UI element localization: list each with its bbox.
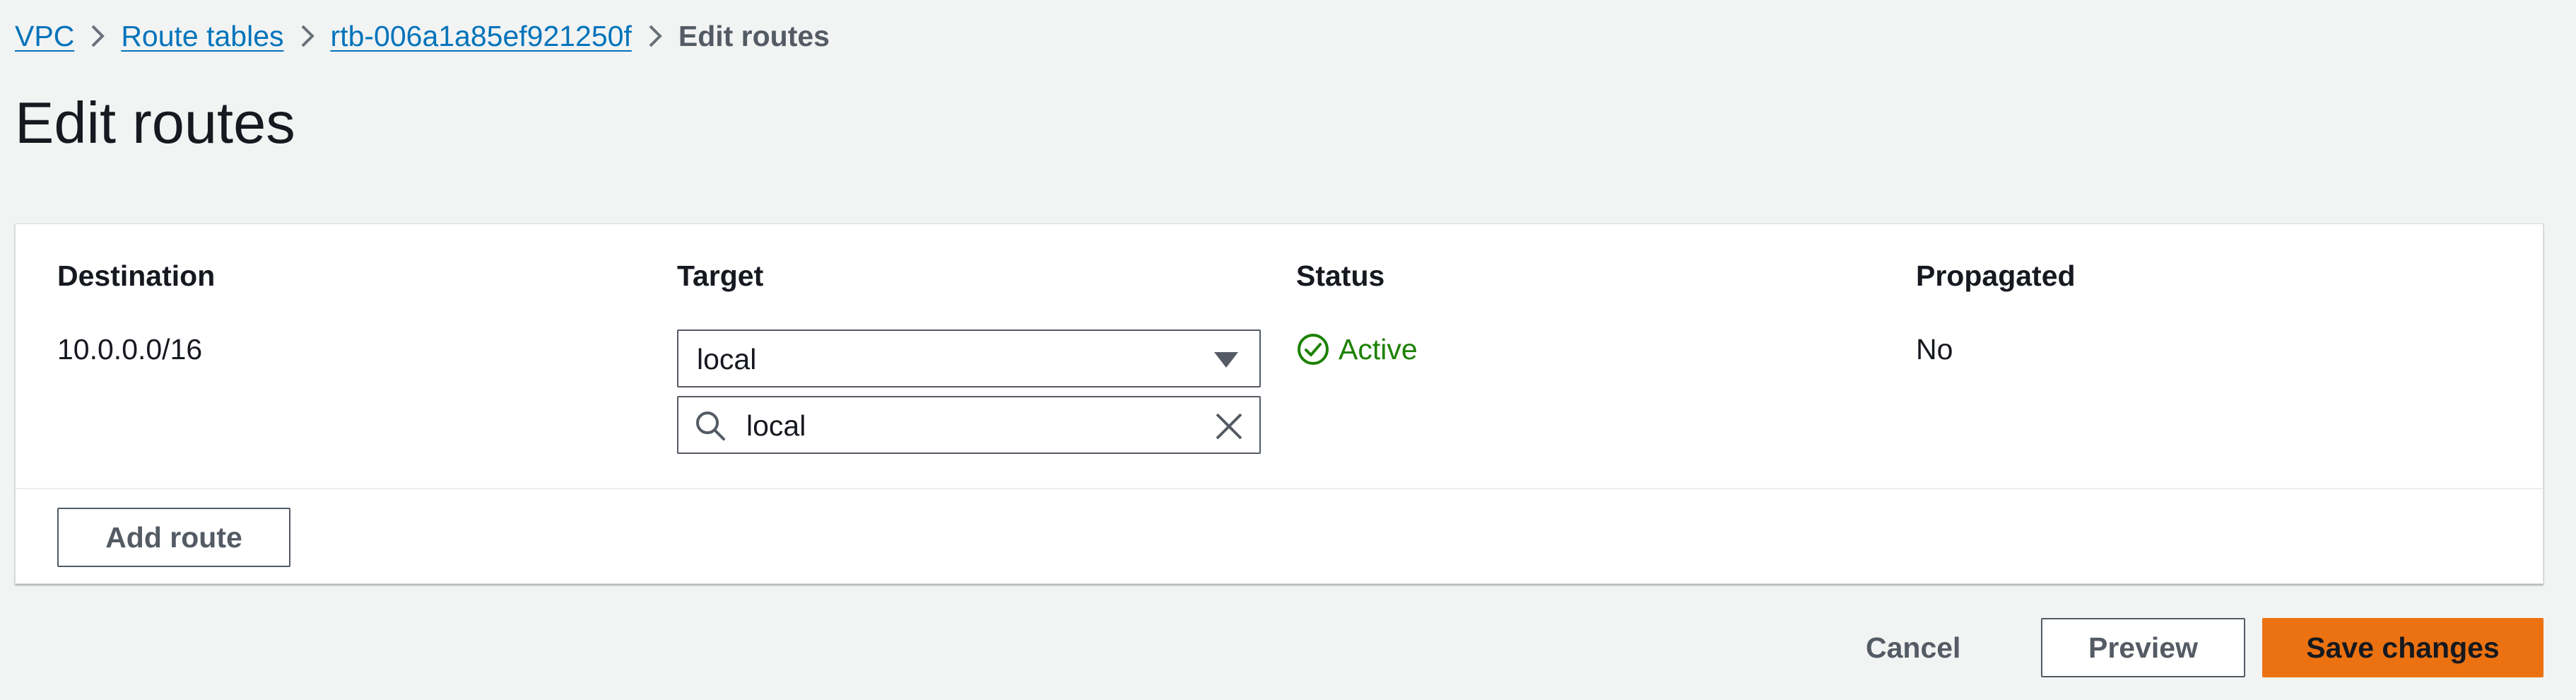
route-status: Active — [1296, 332, 1418, 367]
target-filter-value: local — [746, 409, 806, 442]
breadcrumb-current: Edit routes — [678, 19, 830, 52]
divider — [16, 488, 2543, 489]
page-title: Edit routes — [15, 90, 295, 156]
target-select-value: local — [697, 343, 757, 375]
column-header-target: Target — [677, 259, 764, 292]
breadcrumb: VPC Route tables rtb-006a1a85ef921250f E… — [15, 20, 830, 52]
chevron-right-icon — [284, 20, 331, 52]
breadcrumb-link-vpc[interactable]: VPC — [15, 20, 74, 53]
target-filter-input[interactable]: local — [677, 396, 1261, 454]
breadcrumb-link-route-tables[interactable]: Route tables — [121, 20, 283, 53]
chevron-right-icon — [74, 20, 121, 52]
chevron-right-icon — [632, 20, 678, 52]
close-icon[interactable] — [1213, 410, 1245, 443]
caret-down-icon — [1214, 352, 1238, 368]
routes-panel: Destination Target Status Propagated 10.… — [15, 223, 2543, 584]
route-destination: 10.0.0.0/16 — [57, 333, 203, 366]
save-changes-button[interactable]: Save changes — [2262, 618, 2543, 677]
route-propagated: No — [1916, 333, 1953, 366]
search-icon — [696, 412, 725, 441]
check-circle-icon — [1298, 334, 1329, 365]
preview-button[interactable]: Preview — [2041, 618, 2245, 677]
target-select[interactable]: local — [677, 329, 1261, 387]
status-text: Active — [1339, 333, 1418, 366]
add-route-button[interactable]: Add route — [57, 508, 290, 567]
column-header-destination: Destination — [57, 259, 216, 292]
edit-routes-page: VPC Route tables rtb-006a1a85ef921250f E… — [0, 0, 2576, 700]
column-header-status: Status — [1296, 259, 1385, 292]
column-header-propagated: Propagated — [1916, 259, 2076, 292]
cancel-button[interactable]: Cancel — [1866, 618, 1960, 677]
breadcrumb-link-route-table-id[interactable]: rtb-006a1a85ef921250f — [331, 20, 632, 53]
